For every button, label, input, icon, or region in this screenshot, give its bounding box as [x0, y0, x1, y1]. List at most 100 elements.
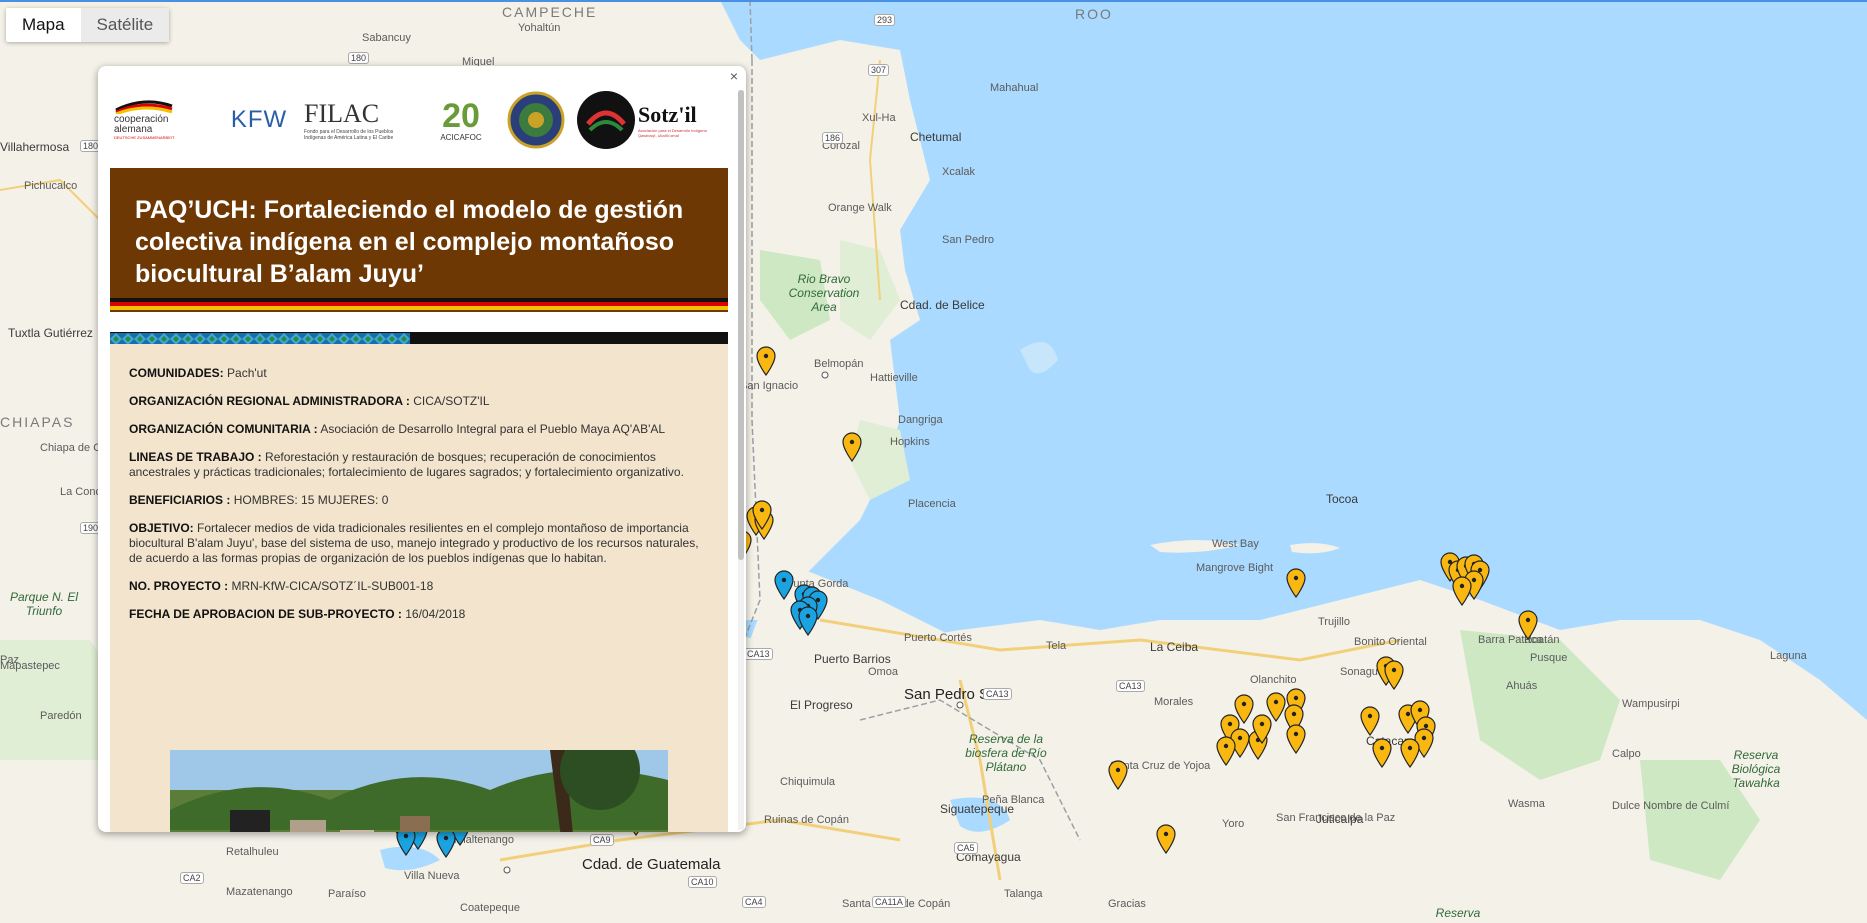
road-shield: CA5 — [954, 842, 978, 854]
map-label: Laguna — [1770, 650, 1807, 662]
map-label: Cdad. de Guatemala — [582, 856, 721, 873]
map-label: Dangriga — [898, 414, 943, 426]
map-label: Gracias — [1108, 898, 1146, 910]
map-label: Cdad. de Belice — [900, 298, 985, 312]
map-marker-yellow[interactable] — [1399, 738, 1421, 768]
map-marker-yellow[interactable] — [1359, 706, 1381, 736]
map-label: Trujillo — [1318, 616, 1350, 628]
map-label: Puerto Barrios — [814, 652, 891, 666]
map-label: Orange Walk — [828, 202, 892, 214]
map-label: Mangrove Bight — [1196, 562, 1274, 574]
map-label: Sabancuy — [362, 32, 411, 44]
map-marker-blue[interactable] — [773, 570, 795, 600]
map-marker-yellow[interactable] — [1285, 568, 1307, 598]
map-label: San Pedro — [942, 234, 994, 246]
map-type-map-button[interactable]: Mapa — [6, 8, 81, 42]
map-label: CHIAPAS — [0, 414, 75, 430]
info-window: × cooperación alemana DEUTSCHE ZUSAMMENA… — [98, 66, 746, 832]
partner-logos: cooperación alemana DEUTSCHE ZUSAMMENARB… — [114, 80, 736, 160]
road-shield: CA10 — [688, 876, 717, 888]
road-shield: CA11A — [872, 896, 906, 908]
map-label: Chiquimula — [780, 776, 836, 788]
acicafoc-logo: 20 ACICAFOC — [440, 96, 482, 142]
map-label: Mazatenango — [226, 886, 293, 898]
seal-logo — [500, 91, 572, 149]
map-label: Hopkins — [890, 436, 930, 448]
filac-logo: FILAC Fondo para el Desarrollo de los Pu… — [304, 99, 394, 141]
map-label: Tela — [1046, 640, 1067, 652]
map-marker-blue[interactable] — [797, 606, 819, 636]
road-shield: CA9 — [590, 834, 614, 846]
field-organizacion-regional: ORGANIZACIÓN REGIONAL ADMINISTRADORA : C… — [129, 394, 490, 408]
map-label: Pichucalco — [24, 180, 78, 192]
map-label: San Ignacio — [740, 380, 799, 392]
map-marker-yellow[interactable] — [1251, 714, 1273, 744]
map-label: Wasma — [1508, 798, 1545, 810]
map-marker-yellow[interactable] — [1451, 576, 1473, 606]
road-shield: 307 — [868, 64, 890, 76]
map-type-control: Mapa Satélite — [6, 8, 170, 42]
map-label: Ruinas de Copán — [764, 814, 850, 826]
field-no-proyecto: NO. PROYECTO : MRN-KfW-CICA/SOTZ´IL-SUB0… — [129, 579, 434, 593]
map-label: Olanchito — [1250, 674, 1297, 686]
map-label: Rio Bravo Conservation Area — [788, 272, 860, 314]
map-label: CAMPECHE — [502, 4, 598, 20]
map-label: Mahahual — [990, 82, 1039, 94]
road-shield: CA13 — [983, 688, 1012, 700]
map-marker-yellow[interactable] — [1155, 824, 1177, 854]
map-label: La Ceiba — [1150, 640, 1199, 654]
map-marker-yellow[interactable] — [1285, 724, 1307, 754]
map-label: Placencia — [908, 498, 956, 510]
map-label: Omoa — [868, 666, 898, 678]
map-label: Ahuás — [1506, 680, 1538, 692]
field-fecha-aprobacion: FECHA DE APROBACION DE SUB-PROYECTO : 16… — [129, 607, 466, 621]
map-marker-yellow[interactable] — [755, 346, 777, 376]
map-marker-yellow[interactable] — [1107, 760, 1129, 790]
info-window-scrollbar[interactable] — [738, 90, 744, 830]
project-details: COMUNIDADES: Pach'ut ORGANIZACIÓN REGION… — [110, 344, 728, 832]
project-title: PAQ’UCH: Fortaleciendo el modelo de gest… — [135, 196, 684, 288]
map-label: Paredón — [40, 710, 82, 722]
map-label: Reserva de la biosfera de Río Plátano — [965, 732, 1047, 774]
map-label: Bonito Oriental — [1354, 636, 1427, 648]
field-comunidades: COMUNIDADES: Pach'ut — [129, 366, 267, 380]
kfw-logo: KFW — [230, 106, 288, 133]
map-marker-yellow[interactable] — [1215, 736, 1237, 766]
scrollbar-thumb[interactable] — [738, 90, 744, 560]
flag-stripes — [110, 298, 728, 312]
project-photo — [170, 750, 668, 832]
map-label: Morales — [1154, 696, 1194, 708]
map-label: Pusque — [1530, 652, 1568, 664]
map-label: Villahermosa — [0, 140, 70, 154]
map-label: Tocoa — [1326, 492, 1359, 506]
map-label: Yohaltún — [518, 22, 561, 34]
project-title-banner: PAQ’UCH: Fortaleciendo el modelo de gest… — [110, 168, 728, 312]
map-label: Parque N. El Triunfo — [9, 590, 79, 618]
road-shield: CA13 — [1116, 680, 1145, 692]
map-label: Reserva — [1435, 906, 1481, 920]
field-lineas-de-trabajo: LINEAS DE TRABAJO : Reforestación y rest… — [129, 450, 684, 479]
map-label: Siguatepeque — [940, 802, 1015, 816]
map-marker-yellow[interactable] — [841, 432, 863, 462]
map-marker-yellow[interactable] — [1517, 610, 1539, 640]
top-border — [0, 0, 1867, 2]
map-label: West Bay — [1212, 538, 1259, 550]
map-type-satellite-button[interactable]: Satélite — [80, 8, 170, 42]
map-label: San Francisco de la Paz — [1276, 812, 1396, 824]
map-label: Paraíso — [328, 888, 366, 900]
map-marker-yellow[interactable] — [751, 500, 773, 530]
field-beneficiarios: BENEFICIARIOS : HOMBRES: 15 MUJERES: 0 — [129, 493, 389, 507]
map-marker-yellow[interactable] — [1383, 660, 1405, 690]
map-label: Retalhuleu — [226, 846, 279, 858]
map-label: Talanga — [1004, 888, 1043, 900]
map-marker-yellow[interactable] — [1371, 738, 1393, 768]
road-shield: 186 — [822, 132, 844, 144]
map-label: Dulce Nombre de Culmí — [1612, 800, 1730, 812]
map-label: ROO — [1075, 6, 1113, 22]
map-label: Villa Nueva — [404, 870, 460, 882]
map-label: Puerto Cortés — [904, 632, 972, 644]
map-label: Yoro — [1222, 818, 1245, 830]
road-shield: CA2 — [180, 872, 204, 884]
map-marker-blue[interactable] — [435, 828, 457, 858]
map-label: El Progreso — [790, 698, 853, 712]
